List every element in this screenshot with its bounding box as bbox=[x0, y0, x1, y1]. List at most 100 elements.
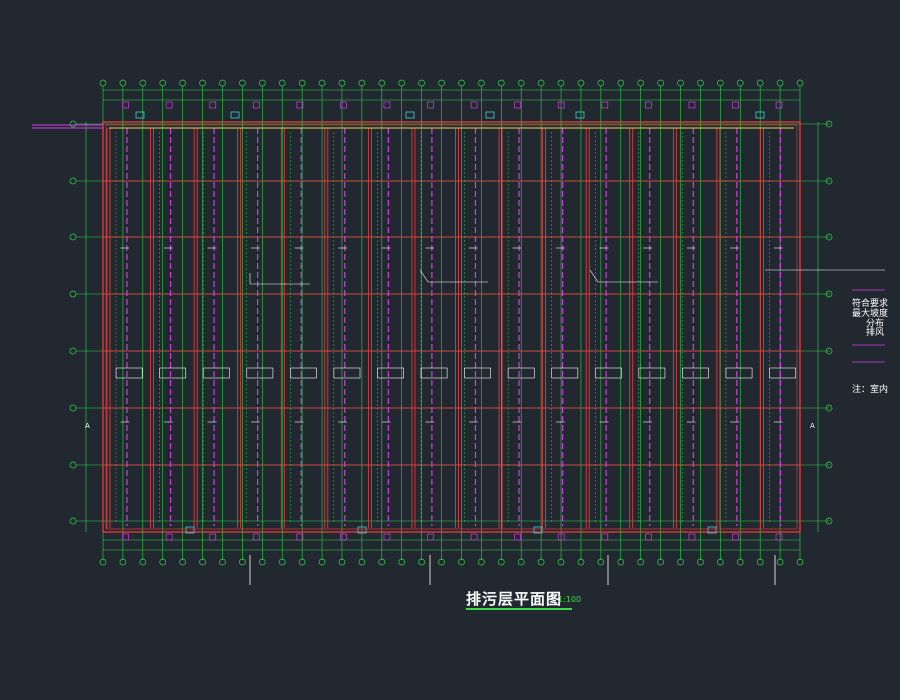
axis-bubble-top bbox=[199, 79, 206, 87]
axis-bubble-top bbox=[478, 79, 485, 87]
sump-fitting bbox=[725, 367, 753, 379]
riser-symbol-bottom bbox=[732, 533, 739, 541]
riser-symbol-bottom bbox=[122, 533, 129, 541]
axis-bubble-top bbox=[458, 79, 465, 87]
riser-symbol-top bbox=[383, 101, 391, 109]
riser-symbol-top bbox=[340, 101, 347, 109]
riser-symbol-bottom bbox=[688, 533, 696, 541]
riser-symbol-bottom bbox=[252, 533, 260, 541]
vent-marker-top bbox=[405, 111, 415, 119]
riser-symbol-bottom bbox=[340, 533, 347, 541]
axis-bubble-top bbox=[517, 79, 525, 87]
axis-bubble-top bbox=[358, 79, 366, 87]
vent-marker-top bbox=[485, 111, 495, 119]
riser-symbol-top bbox=[514, 101, 522, 109]
axis-bubble-top bbox=[776, 79, 784, 87]
axis-bubble-top bbox=[796, 79, 804, 87]
riser-symbol-top bbox=[688, 101, 696, 109]
axis-bubble-left bbox=[69, 404, 77, 412]
sump-fitting bbox=[159, 367, 187, 379]
axis-bubble-left bbox=[69, 120, 77, 128]
riser-symbol-top bbox=[645, 101, 652, 109]
axis-bubble-top bbox=[677, 79, 684, 87]
sump-fitting bbox=[464, 367, 492, 379]
riser-symbol-top bbox=[470, 101, 478, 109]
sump-fitting bbox=[551, 367, 579, 379]
riser-symbol-bottom bbox=[645, 533, 652, 541]
axis-bubble-top bbox=[119, 79, 127, 87]
axis-bubble-top bbox=[657, 79, 664, 87]
riser-symbol-top bbox=[122, 101, 129, 109]
axis-bubble-top bbox=[159, 79, 167, 87]
vent-marker-top bbox=[575, 111, 585, 119]
sump-fitting bbox=[769, 367, 796, 379]
axis-bubble-top bbox=[716, 79, 724, 87]
axis-bubble-top bbox=[617, 79, 625, 87]
riser-symbol-top bbox=[165, 101, 173, 109]
axis-bubble-left bbox=[69, 517, 77, 525]
riser-symbol-top bbox=[252, 101, 260, 109]
axis-bubble-left bbox=[69, 461, 77, 469]
note-max-slope: 最大坡度 bbox=[852, 309, 889, 319]
riser-symbol-bottom bbox=[775, 533, 783, 541]
sump-fitting bbox=[377, 367, 404, 379]
riser-symbol-top bbox=[209, 101, 217, 109]
sump-fitting bbox=[246, 367, 274, 379]
riser-symbol-bottom bbox=[514, 533, 522, 541]
axis-bubble-top bbox=[298, 79, 306, 87]
axis-bubble-top bbox=[418, 79, 425, 87]
sump-fitting bbox=[290, 367, 317, 379]
riser-symbol-bottom bbox=[601, 533, 609, 541]
riser-symbol-top bbox=[775, 101, 783, 109]
sump-fitting bbox=[202, 367, 230, 379]
outer-wall bbox=[102, 121, 801, 533]
axis-bubble-left bbox=[69, 233, 77, 241]
axis-bubble-top bbox=[497, 79, 505, 87]
axis-bubble-top bbox=[697, 79, 704, 87]
axis-bubble-top bbox=[378, 79, 386, 87]
axis-bubble-top bbox=[756, 79, 764, 87]
sump-fitting bbox=[682, 367, 709, 379]
note-requirement: 符合要求 bbox=[852, 299, 889, 309]
axis-bubble-left bbox=[69, 290, 77, 298]
axis-bubble-top bbox=[537, 79, 545, 87]
axis-bubble-top bbox=[577, 79, 585, 87]
axis-bubble-top bbox=[438, 79, 445, 87]
riser-symbol-bottom bbox=[209, 533, 217, 541]
axis-bubble-top bbox=[219, 79, 226, 87]
axis-bubble-top bbox=[258, 79, 266, 87]
note-exhaust: 排风 bbox=[866, 328, 885, 338]
axis-bubble-top bbox=[637, 79, 645, 87]
riser-symbol-bottom bbox=[383, 533, 391, 541]
axis-bubble-top bbox=[278, 79, 286, 87]
leader-line bbox=[589, 269, 599, 283]
axis-bubble-top bbox=[597, 79, 605, 87]
axis-bubble-top bbox=[736, 79, 744, 87]
drawing-title: 排污层平面图 bbox=[466, 590, 563, 608]
sump-fitting bbox=[594, 367, 622, 379]
axis-bubble-top bbox=[239, 79, 246, 87]
section-mark-right: A bbox=[810, 422, 815, 430]
vent-marker-top bbox=[230, 111, 240, 119]
section-mark-left: A bbox=[85, 422, 90, 430]
riser-symbol-top bbox=[427, 101, 434, 109]
axis-bubble-top bbox=[338, 79, 346, 87]
title-underline bbox=[466, 608, 572, 610]
axis-bubble-top bbox=[318, 79, 326, 87]
axis-bubble-left bbox=[69, 347, 77, 355]
riser-symbol-bottom bbox=[470, 533, 478, 541]
riser-symbol-bottom bbox=[427, 533, 434, 541]
riser-symbol-top bbox=[601, 101, 609, 109]
axis-bubble-top bbox=[557, 79, 565, 87]
floor-plan-drawing: AA bbox=[32, 79, 885, 585]
drawing-scale: 1:100 bbox=[558, 595, 582, 604]
sump-fitting bbox=[115, 367, 143, 379]
sump-fitting bbox=[333, 367, 361, 379]
sump-fitting bbox=[420, 367, 448, 379]
sump-fitting bbox=[638, 367, 666, 379]
riser-symbol-top bbox=[732, 101, 739, 109]
axis-bubble-top bbox=[139, 79, 147, 87]
axis-bubble-top bbox=[179, 79, 187, 87]
note-indoor: 注：室内 bbox=[852, 385, 889, 395]
axis-bubble-top bbox=[99, 79, 107, 87]
